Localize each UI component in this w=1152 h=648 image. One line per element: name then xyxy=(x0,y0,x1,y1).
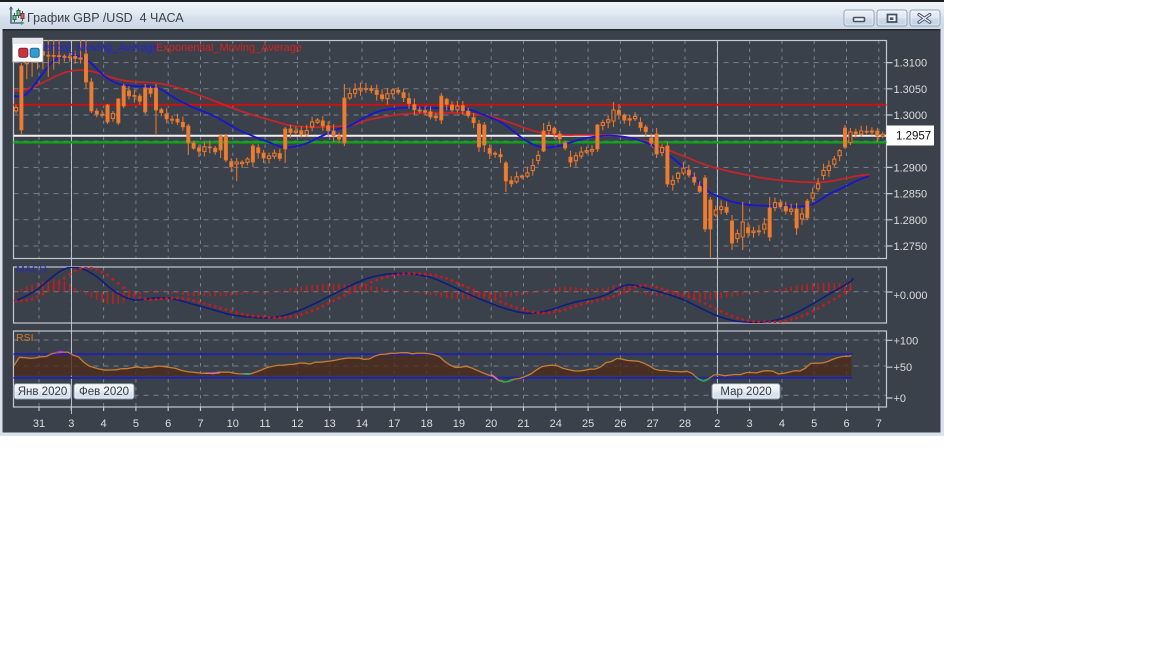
svg-text:4: 4 xyxy=(779,418,785,430)
svg-text:14: 14 xyxy=(356,418,368,430)
svg-text:6: 6 xyxy=(843,418,849,430)
svg-text:Exponential_Moving_Average: Exponential_Moving_Average xyxy=(156,42,302,54)
svg-text:25: 25 xyxy=(582,418,594,430)
svg-text:1.2900: 1.2900 xyxy=(894,162,928,174)
svg-text:7: 7 xyxy=(197,418,203,430)
svg-text:1.3000: 1.3000 xyxy=(894,110,928,122)
svg-text:27: 27 xyxy=(647,418,659,430)
svg-text:+0.000: +0.000 xyxy=(894,290,928,302)
svg-text:10: 10 xyxy=(227,418,239,430)
svg-text:Янв 2020: Янв 2020 xyxy=(18,386,68,398)
svg-text:1.2800: 1.2800 xyxy=(894,215,928,227)
svg-text:11: 11 xyxy=(259,418,270,430)
svg-text:1.3100: 1.3100 xyxy=(894,58,928,70)
svg-text:1.2957: 1.2957 xyxy=(896,131,931,143)
svg-text:3: 3 xyxy=(747,418,753,430)
svg-text:18: 18 xyxy=(420,418,432,430)
svg-text:1.2850: 1.2850 xyxy=(894,189,928,201)
svg-text:12: 12 xyxy=(291,418,303,430)
svg-text:График GBP /USD 4 ЧАСА: График GBP /USD 4 ЧАСА xyxy=(27,11,184,25)
svg-text:6: 6 xyxy=(165,418,171,430)
svg-text:4: 4 xyxy=(101,418,107,430)
svg-text:Мар 2020: Мар 2020 xyxy=(720,386,771,398)
svg-text:24: 24 xyxy=(550,418,562,430)
svg-text:5: 5 xyxy=(811,418,817,430)
svg-text:28: 28 xyxy=(679,418,691,430)
svg-text:17: 17 xyxy=(388,418,400,430)
svg-text:26: 26 xyxy=(614,418,626,430)
svg-text:21: 21 xyxy=(517,418,529,430)
svg-text:2: 2 xyxy=(714,418,720,430)
svg-text:13: 13 xyxy=(324,418,336,430)
svg-text:3: 3 xyxy=(68,418,74,430)
svg-text:7: 7 xyxy=(876,418,882,430)
svg-text:5: 5 xyxy=(133,418,139,430)
svg-text:1.3050: 1.3050 xyxy=(894,84,928,96)
svg-text:1.2750: 1.2750 xyxy=(894,241,928,253)
svg-text:+0: +0 xyxy=(894,393,907,405)
svg-text:+100: +100 xyxy=(894,335,919,347)
svg-text:RSI: RSI xyxy=(16,332,34,344)
svg-text:19: 19 xyxy=(453,418,465,430)
svg-text:Фев 2020: Фев 2020 xyxy=(79,386,129,398)
svg-text:31: 31 xyxy=(33,418,45,430)
svg-text:MACD: MACD xyxy=(16,264,47,276)
svg-text:+50: +50 xyxy=(894,362,913,374)
svg-text:20: 20 xyxy=(485,418,497,430)
